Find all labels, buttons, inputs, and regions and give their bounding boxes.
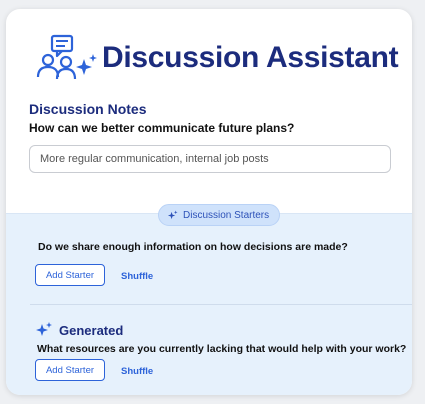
notes-question: How can we better communicate future pla… [29, 121, 295, 135]
add-starter-button[interactable]: Add Starter [35, 264, 105, 286]
generated-header: Generated [35, 321, 123, 339]
shuffle-link-generated[interactable]: Shuffle [121, 366, 153, 377]
sparkle-icon [36, 322, 52, 336]
app-title: Discussion Assistant [102, 41, 399, 74]
section-divider [30, 304, 412, 305]
discussion-assistant-card: Discussion Assistant Discussion Notes Ho… [6, 9, 412, 395]
shuffle-link[interactable]: Shuffle [121, 271, 153, 282]
header: Discussion Assistant [30, 33, 399, 83]
discussion-starters-chip[interactable]: Discussion Starters [158, 204, 281, 226]
starter-question: Do we share enough information on how de… [38, 241, 348, 253]
generated-question: What resources are you currently lacking… [37, 343, 407, 355]
chip-label: Discussion Starters [183, 209, 270, 221]
generated-label: Generated [59, 322, 124, 338]
sparkle-icon [167, 209, 178, 219]
add-starter-button-generated[interactable]: Add Starter [35, 359, 105, 381]
discussion-notes-title: Discussion Notes [29, 101, 147, 117]
discussion-assistant-logo-icon [36, 34, 97, 80]
discussion-notes-input[interactable]: More regular communication, internal job… [29, 145, 391, 173]
